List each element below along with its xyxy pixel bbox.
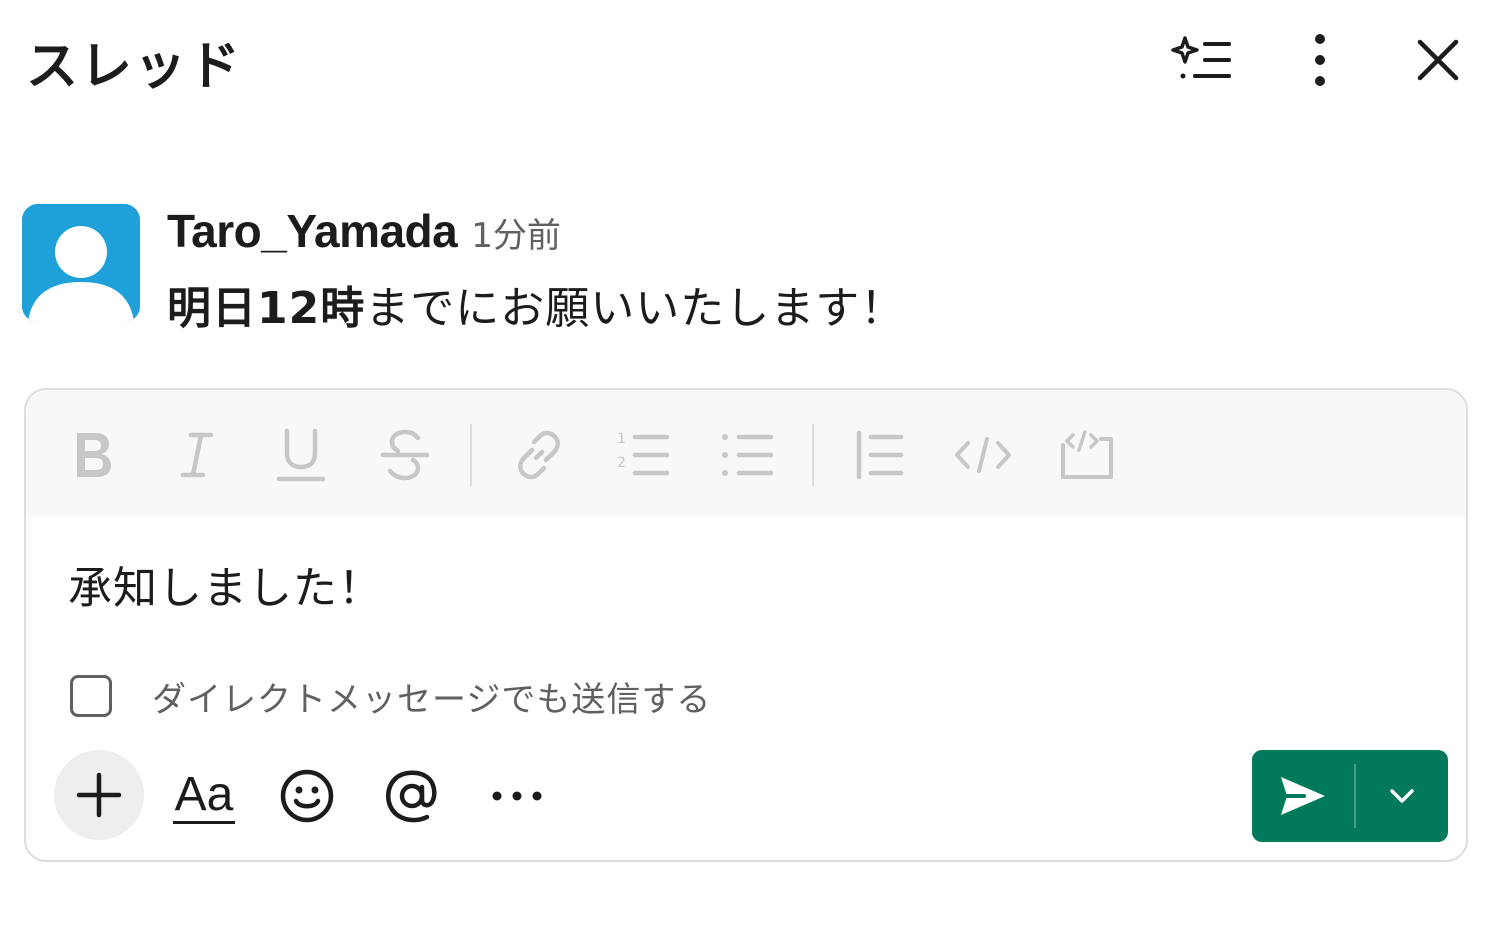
blockquote-button[interactable]: [844, 420, 914, 490]
bulleted-list-button[interactable]: [712, 420, 782, 490]
blockquote-icon: [856, 430, 904, 480]
also-send-label[interactable]: ダイレクトメッセージでも送信する: [152, 672, 711, 721]
message-author[interactable]: Taro_Yamada: [167, 205, 458, 257]
code-block-icon: [1061, 430, 1113, 479]
thread-header: スレッド: [0, 0, 1499, 120]
format-icon: Aa: [172, 768, 236, 824]
attach-button[interactable]: [54, 750, 144, 840]
italic-button[interactable]: [162, 420, 232, 490]
message-timestamp[interactable]: 1分前: [471, 216, 561, 256]
message-input[interactable]: 承知しました！: [68, 552, 383, 616]
more-actions-button[interactable]: [1288, 28, 1352, 92]
strikethrough-button[interactable]: [370, 420, 440, 490]
mention-icon: [386, 770, 437, 823]
svg-text:2: 2: [617, 455, 626, 471]
thread-message: Taro_Yamada 1分前 明日12時までにお願いいたします！: [22, 200, 1462, 334]
composer-actions: Aa: [26, 750, 1466, 846]
chevron-down-icon: [1390, 789, 1414, 803]
format-toolbar: 1 2: [26, 390, 1466, 516]
send-icon: [1281, 777, 1325, 815]
plus-icon: [76, 772, 122, 818]
strikethrough-icon: [380, 429, 430, 481]
code-icon: [955, 437, 1011, 473]
toolbar-divider: [470, 424, 472, 486]
avatar[interactable]: [22, 204, 140, 322]
close-icon: [1417, 39, 1459, 81]
ordered-list-button[interactable]: 1 2: [608, 420, 678, 490]
link-icon: [518, 430, 560, 480]
message-bold-text: 明日12時: [167, 283, 366, 334]
bold-icon: [77, 433, 111, 477]
bulleted-list-icon: [722, 434, 774, 476]
underline-button[interactable]: [266, 420, 336, 490]
user-avatar-icon: [22, 204, 140, 322]
toolbar-divider: [812, 424, 814, 486]
mention-button[interactable]: [378, 750, 446, 842]
message-plain-text: までにお願いいたします！: [365, 283, 906, 334]
send-button-group: [1252, 750, 1448, 842]
also-send-option[interactable]: ダイレクトメッセージでも送信する: [70, 672, 711, 721]
ai-summary-button[interactable]: [1170, 28, 1234, 92]
code-block-button[interactable]: [1052, 420, 1122, 490]
more-options-button[interactable]: [484, 750, 550, 842]
also-send-checkbox[interactable]: [70, 675, 112, 717]
italic-icon: [180, 432, 214, 478]
svg-text:1: 1: [617, 431, 626, 447]
send-button[interactable]: [1252, 750, 1354, 842]
page-title: スレッド: [26, 37, 243, 97]
emoji-icon: [280, 769, 334, 823]
emoji-button[interactable]: [276, 750, 338, 842]
more-horizontal-icon: [492, 791, 542, 801]
bold-button[interactable]: [58, 420, 128, 490]
link-button[interactable]: [504, 420, 574, 490]
message-text: 明日12時までにお願いいたします！: [167, 272, 905, 336]
close-button[interactable]: [1406, 28, 1470, 92]
send-options-button[interactable]: [1356, 750, 1448, 842]
code-button[interactable]: [948, 420, 1018, 490]
more-vertical-icon: [1315, 34, 1325, 86]
underline-icon: [277, 428, 325, 482]
ai-summary-icon: [1171, 36, 1231, 79]
ordered-list-icon: 1 2: [617, 431, 670, 476]
format-toggle-button[interactable]: Aa: [168, 750, 240, 842]
reply-composer: 1 2 承知しました！ ダイレクトメッセージでも送信する Aa: [24, 388, 1468, 862]
